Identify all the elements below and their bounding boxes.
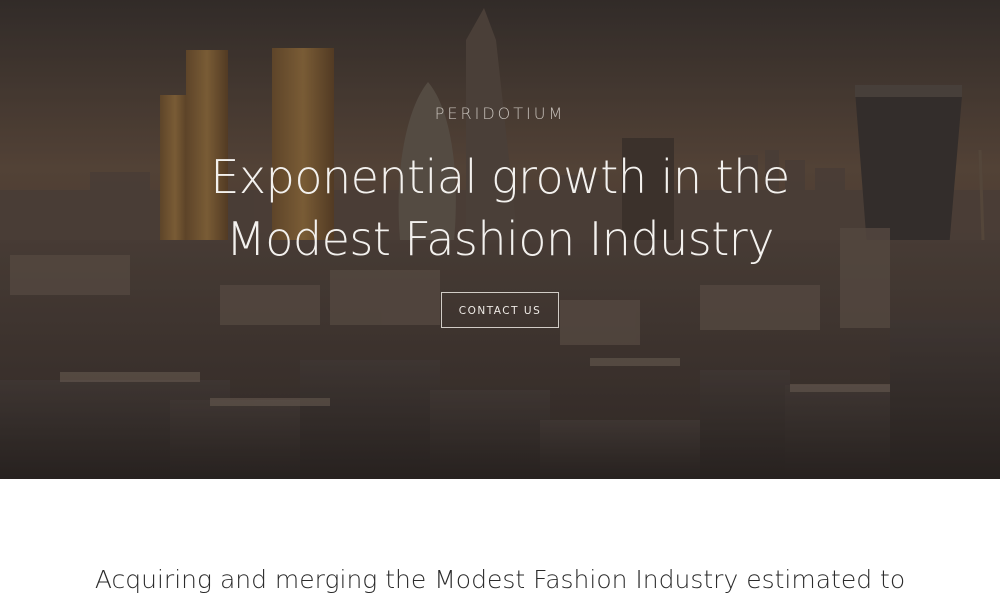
brand-name: PERIDOTIUM: [434, 104, 566, 123]
hero-section: PERIDOTIUM Exponential growth in the Mod…: [0, 0, 1000, 479]
intro-paragraph: Acquiring and merging the Modest Fashion…: [94, 565, 906, 594]
hero-headline: Exponential growth in the Modest Fashion…: [210, 150, 790, 266]
contact-us-button[interactable]: CONTACT US: [441, 292, 559, 328]
